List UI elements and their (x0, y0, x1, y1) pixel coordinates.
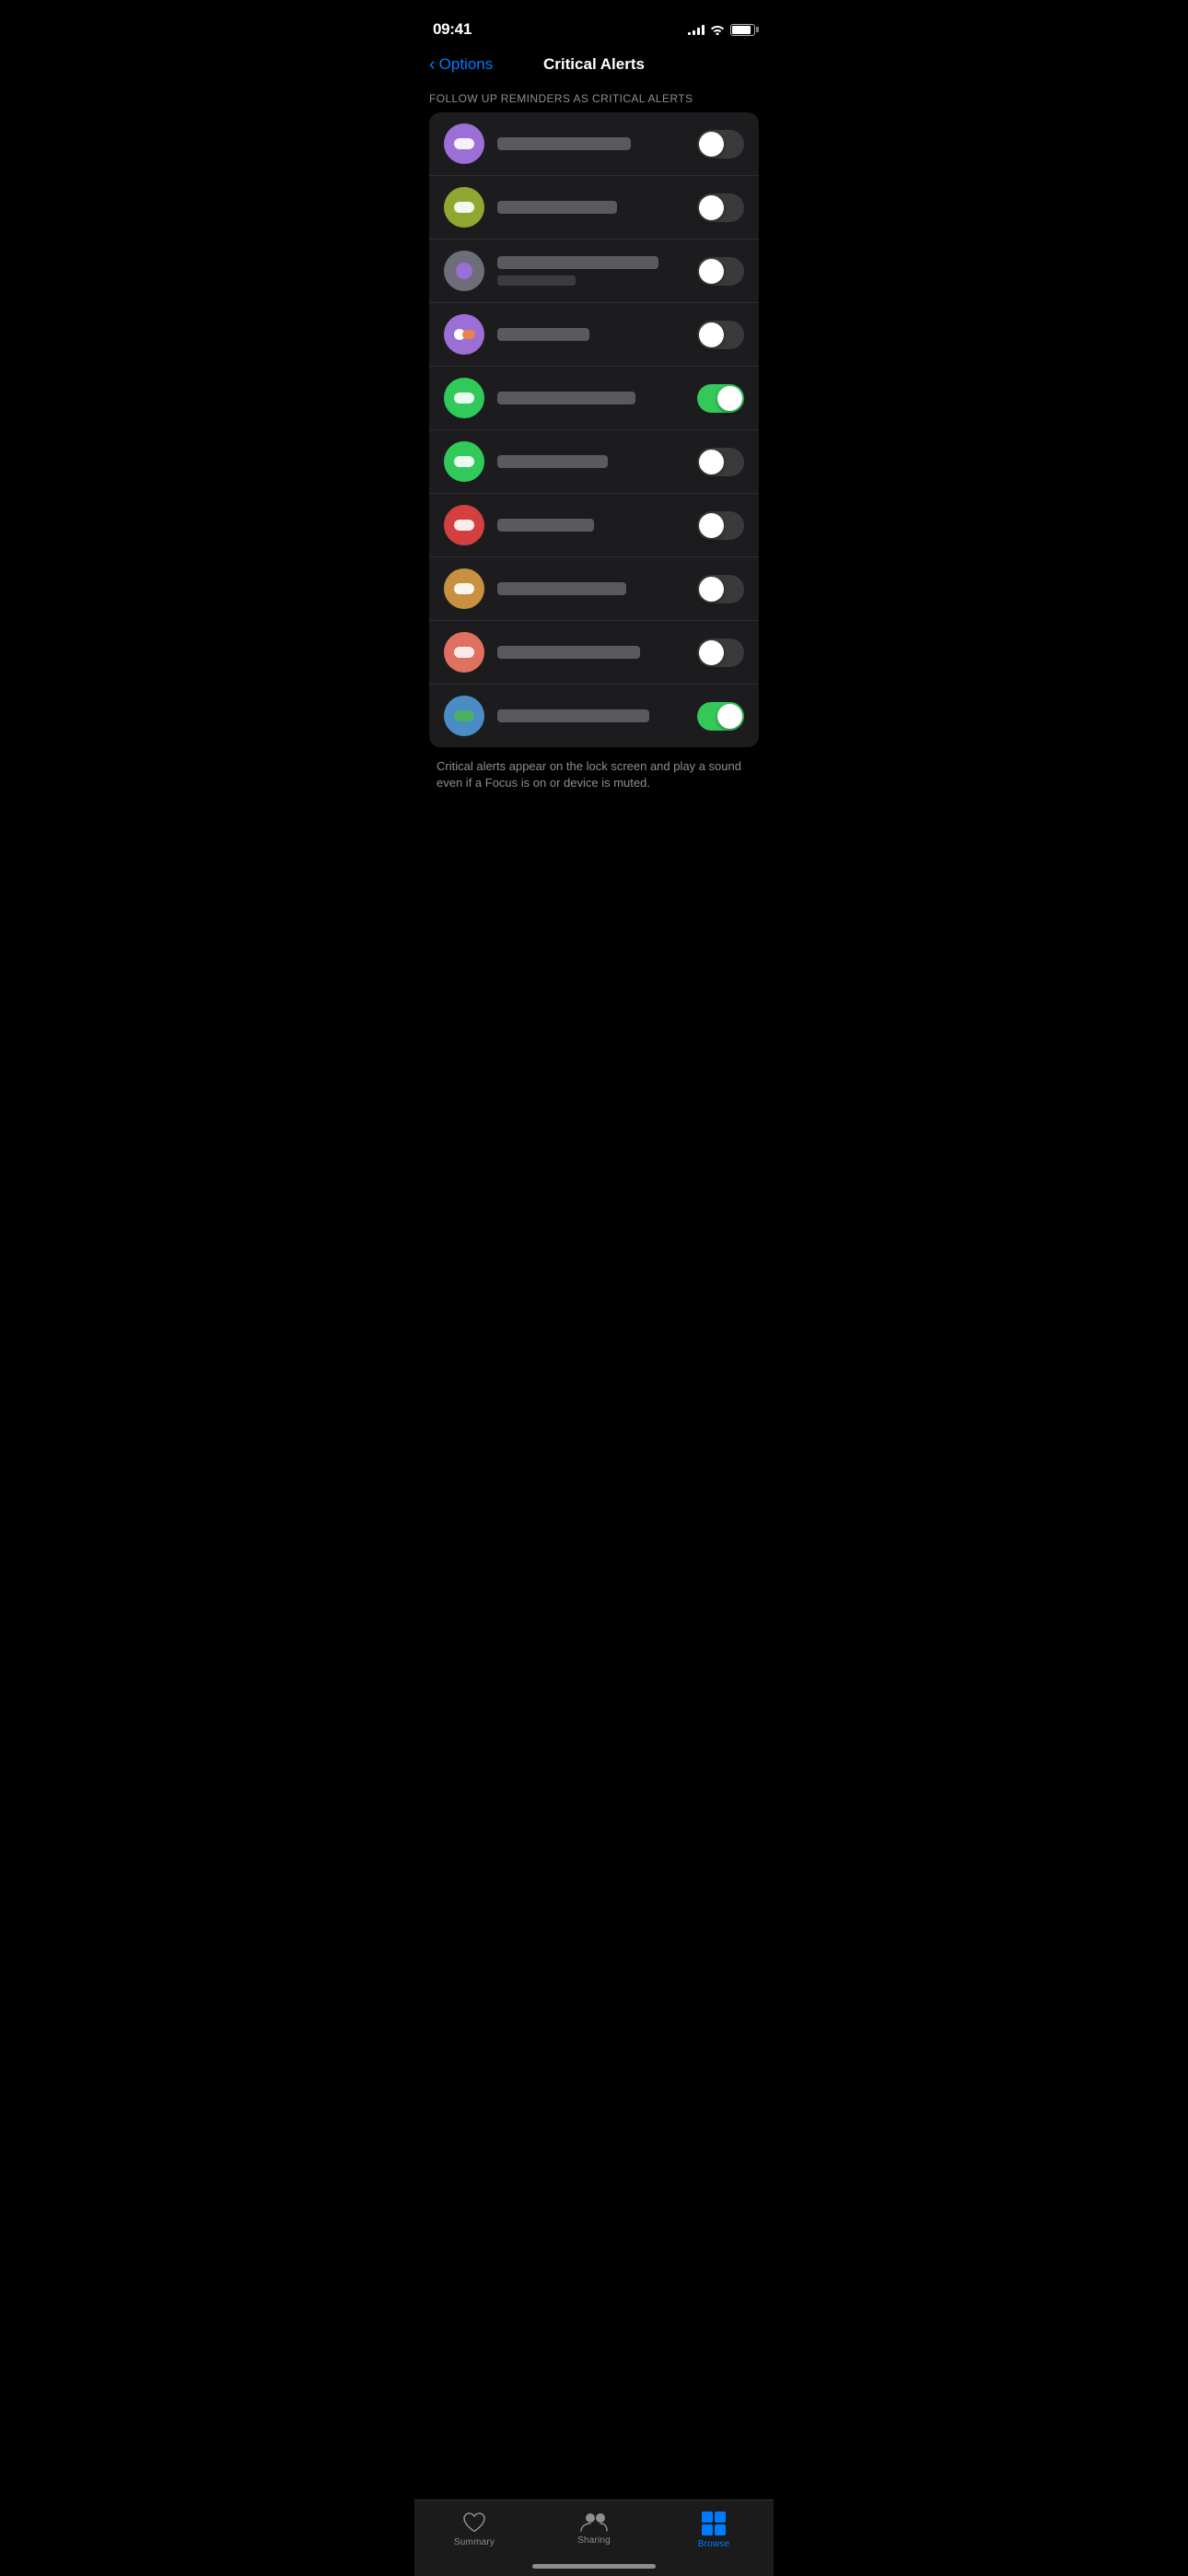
app-icon-3 (444, 251, 484, 291)
back-label: Options (439, 55, 494, 74)
nav-header: ‹ Options Critical Alerts (414, 46, 774, 92)
item-text-6 (497, 455, 684, 468)
app-icon-2 (444, 187, 484, 228)
item-text-2 (497, 201, 684, 214)
list-item (429, 303, 759, 367)
wifi-icon (710, 24, 725, 35)
item-text-4 (497, 328, 684, 341)
item-text-10 (497, 709, 684, 722)
back-chevron-icon: ‹ (429, 55, 436, 74)
app-icon-10 (444, 696, 484, 736)
main-content: FOLLOW UP REMINDERS AS CRITICAL ALERTS (414, 92, 774, 884)
toggle-4[interactable] (697, 321, 744, 349)
page-title: Critical Alerts (543, 55, 645, 74)
list-item (429, 112, 759, 176)
home-indicator (532, 2564, 656, 2569)
toggle-8[interactable] (697, 575, 744, 603)
list-item (429, 621, 759, 685)
item-text-7 (497, 519, 684, 532)
section-label: FOLLOW UP REMINDERS AS CRITICAL ALERTS (414, 92, 774, 112)
toggle-10[interactable] (697, 702, 744, 731)
toggle-5[interactable] (697, 384, 744, 413)
item-text-1 (497, 137, 684, 150)
app-icon-7 (444, 505, 484, 545)
list-item (429, 557, 759, 621)
toggle-6[interactable] (697, 448, 744, 476)
sharing-icon (580, 2512, 608, 2532)
toggle-3[interactable] (697, 257, 744, 286)
browse-icon (702, 2512, 726, 2535)
toggle-7[interactable] (697, 511, 744, 540)
app-icon-9 (444, 632, 484, 673)
app-icon-4 (444, 314, 484, 355)
tab-sharing[interactable]: Sharing (534, 2512, 654, 2546)
tab-sharing-label: Sharing (577, 2535, 611, 2546)
list-item (429, 685, 759, 747)
app-icon-5 (444, 378, 484, 418)
tab-browse[interactable]: Browse (654, 2512, 774, 2549)
app-icon-6 (444, 441, 484, 482)
list-item (429, 430, 759, 494)
list-item (429, 367, 759, 430)
back-button[interactable]: ‹ Options (429, 55, 493, 74)
list-item (429, 494, 759, 557)
items-list (429, 112, 759, 747)
item-text-9 (497, 646, 684, 659)
heart-icon (462, 2512, 486, 2534)
app-icon-1 (444, 123, 484, 164)
tab-summary[interactable]: Summary (414, 2512, 534, 2547)
item-text-5 (497, 392, 684, 404)
status-time: 09:41 (433, 20, 472, 39)
list-item (429, 240, 759, 303)
item-text-3 (497, 256, 684, 286)
item-text-8 (497, 582, 684, 595)
footer-note: Critical alerts appear on the lock scree… (414, 747, 774, 791)
toggle-2[interactable] (697, 193, 744, 222)
toggle-1[interactable] (697, 130, 744, 158)
status-bar: 09:41 (414, 0, 774, 46)
tab-summary-label: Summary (454, 2537, 495, 2547)
battery-icon (730, 24, 755, 36)
list-item (429, 176, 759, 240)
signal-icon (688, 24, 705, 35)
app-icon-8 (444, 568, 484, 609)
status-icons (688, 24, 755, 36)
tab-browse-label: Browse (698, 2539, 730, 2549)
toggle-9[interactable] (697, 638, 744, 667)
